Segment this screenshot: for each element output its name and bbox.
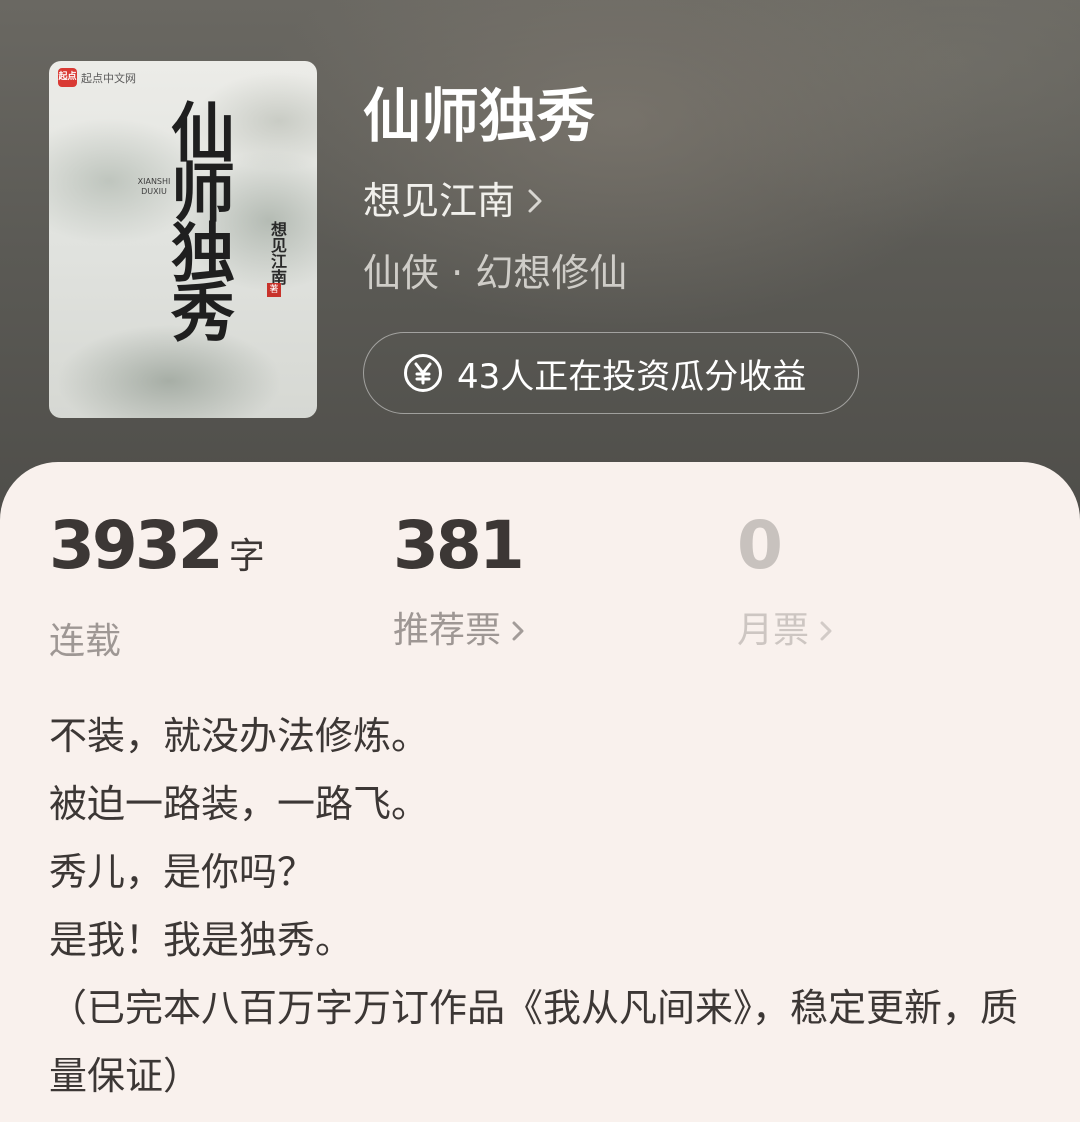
description-line: 秀儿，是你吗？ bbox=[49, 850, 316, 894]
cover-seal: 著 bbox=[267, 283, 281, 297]
author-link[interactable]: 想见江南 bbox=[363, 175, 543, 227]
cover-title-calligraphy: 仙师独秀 bbox=[160, 99, 235, 339]
cover-pinyin: XIANSHI DUXIU bbox=[137, 177, 171, 196]
qidian-logo: 起点 起点中文网 bbox=[58, 68, 136, 87]
recommend-ticket-label: 推荐票 bbox=[393, 609, 525, 653]
recommend-ticket-stat[interactable]: 381 推荐票 bbox=[393, 511, 525, 653]
word-count-stat: 3932 字 连载 bbox=[49, 511, 265, 664]
book-cover[interactable]: 起点 起点中文网 仙师独秀 XIANSHI DUXIU 想见江南 著 bbox=[49, 61, 317, 418]
chevron-right-icon bbox=[527, 188, 543, 214]
invest-text: 43人正在投资瓜分收益 bbox=[457, 356, 807, 397]
chevron-right-icon bbox=[820, 621, 832, 641]
word-count-unit: 字 bbox=[228, 536, 265, 577]
cover-author: 想见江南 bbox=[268, 221, 287, 285]
book-title: 仙师独秀 bbox=[363, 82, 596, 150]
description-line: 被迫一路装，一路飞。 bbox=[49, 782, 430, 826]
word-count-value: 3932 字 bbox=[49, 507, 265, 584]
description-line: 是我！我是独秀。 bbox=[49, 918, 354, 962]
recommend-ticket-value: 381 bbox=[393, 507, 525, 584]
word-count-label: 连载 bbox=[49, 621, 122, 662]
book-detail-sheet: 3932 字 连载 381 推荐票 0 月票 不装，就没办法修炼。 被迫一路装，一… bbox=[0, 462, 1080, 1122]
qidian-logo-icon: 起点 bbox=[58, 68, 77, 87]
book-genre: 仙侠 · 幻想修仙 bbox=[363, 251, 628, 295]
chevron-right-icon bbox=[512, 621, 524, 641]
book-description: 不装，就没办法修炼。 被迫一路装，一路飞。 秀儿，是你吗？ 是我！我是独秀。 （… bbox=[49, 702, 1039, 1110]
yuan-coin-icon bbox=[404, 354, 442, 392]
invest-button[interactable]: 43人正在投资瓜分收益 bbox=[363, 332, 859, 414]
description-line: （已完本八百万字万订作品《我从凡间来》，稳定更新，质量保证） bbox=[49, 986, 1019, 1098]
monthly-ticket-label: 月票 bbox=[737, 609, 833, 653]
qidian-logo-text: 起点中文网 bbox=[81, 71, 136, 85]
monthly-ticket-value: 0 bbox=[737, 507, 783, 584]
description-line: 不装，就没办法修炼。 bbox=[49, 714, 430, 758]
author-name: 想见江南 bbox=[363, 179, 516, 223]
monthly-ticket-stat[interactable]: 0 月票 bbox=[737, 511, 833, 653]
